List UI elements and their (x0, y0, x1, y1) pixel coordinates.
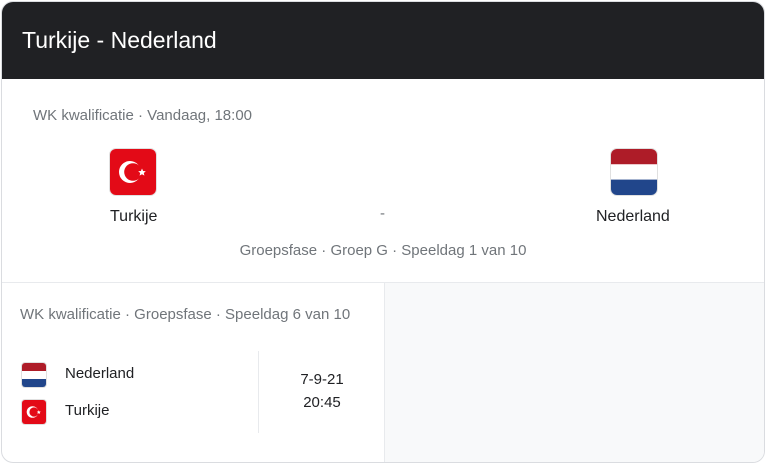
match-date: 7-9-21 (300, 371, 344, 388)
divider (258, 351, 259, 433)
away-team-name[interactable]: Nederland (596, 208, 670, 226)
turkey-flag-icon (22, 400, 46, 424)
team-name: Turkije (65, 402, 110, 419)
previous-competition-line: WK kwalificatie · Groepsfase · Speeldag … (20, 306, 351, 323)
stage-line: Groepsfase · Groep G · Speeldag 1 van 10 (239, 242, 527, 259)
match-time: 20:45 (303, 394, 341, 411)
competition-line: WK kwalificatie · Vandaag, 18:00 (33, 107, 253, 124)
team-name: Nederland (65, 365, 135, 382)
netherlands-flag-icon (22, 363, 46, 387)
home-team-name[interactable]: Turkije (110, 208, 157, 226)
empty-panel (385, 283, 764, 462)
netherlands-flag-icon (611, 149, 657, 195)
previous-match[interactable]: WK kwalificatie · Groepsfase · Speeldag … (2, 283, 385, 462)
turkey-flag-icon (110, 149, 156, 195)
match-title: Turkije - Nederland (22, 27, 217, 53)
match-card: Turkije - Nederland WK kwalificatie · Va… (1, 1, 765, 463)
score-separator: - (380, 205, 385, 222)
upcoming-match[interactable]: WK kwalificatie · Vandaag, 18:00 Turkije… (2, 79, 764, 283)
match-header[interactable]: Turkije - Nederland (2, 2, 764, 79)
